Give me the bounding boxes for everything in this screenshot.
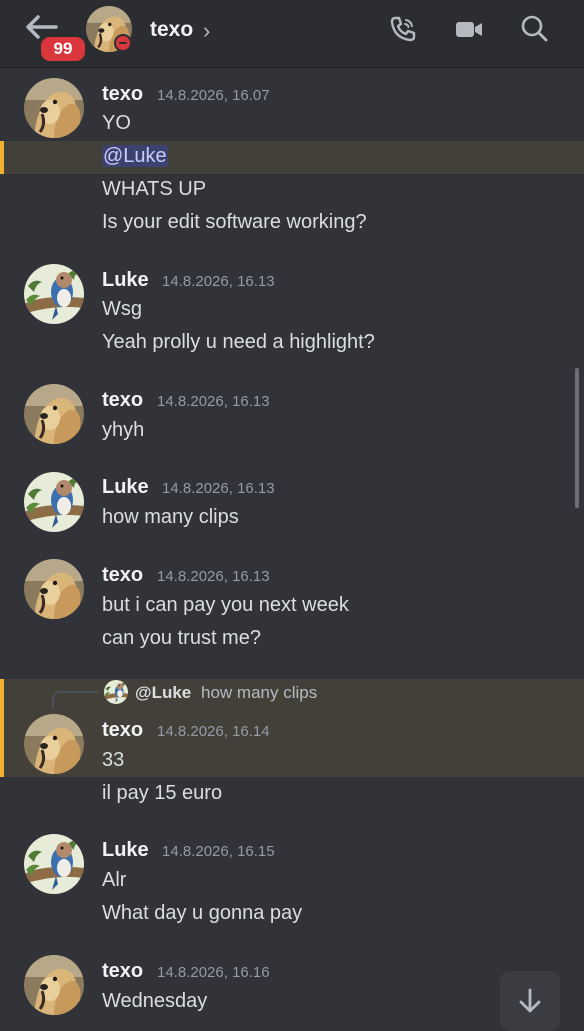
reply-preview[interactable]: how many clips [201, 683, 317, 703]
message-timestamp: 14.8.2026, 16.15 [162, 843, 275, 860]
avatar[interactable] [24, 714, 84, 774]
message-author[interactable]: Luke [102, 476, 149, 499]
search-button[interactable] [520, 14, 550, 44]
arrow-down-icon [519, 988, 541, 1013]
call-icon [390, 16, 416, 42]
page-title[interactable]: texo [150, 18, 193, 42]
scrollbar[interactable] [575, 368, 579, 508]
message-author[interactable]: texo [102, 83, 143, 106]
message-author[interactable]: texo [102, 564, 143, 587]
message-timestamp: 14.8.2026, 16.13 [162, 480, 275, 497]
chevron-right-icon[interactable]: › [203, 18, 210, 44]
message-timestamp: 14.8.2026, 16.07 [157, 87, 270, 104]
message-text: yhyh [102, 419, 145, 441]
reply-connector [52, 691, 98, 709]
video-icon [456, 22, 482, 37]
jump-to-bottom-button[interactable] [500, 971, 560, 1031]
message-timestamp: 14.8.2026, 16.13 [162, 273, 275, 290]
top-bar: 99 texo › [0, 0, 584, 68]
video-call-button[interactable] [454, 14, 484, 44]
message-text: @Luke [102, 145, 168, 168]
message-timestamp: 14.8.2026, 16.14 [157, 723, 270, 740]
message-author[interactable]: texo [102, 719, 143, 742]
message-text: 33 [102, 749, 125, 771]
reply-avatar[interactable] [104, 680, 128, 704]
message-author[interactable]: texo [102, 960, 143, 983]
call-button[interactable] [388, 14, 418, 44]
message-text: Wednesday [102, 990, 208, 1012]
message-text: YO [102, 112, 131, 134]
message-text: but i can pay you next week [102, 594, 349, 616]
message-timestamp: 14.8.2026, 16.13 [157, 393, 270, 410]
message-author[interactable]: texo [102, 389, 143, 412]
avatar[interactable] [24, 78, 84, 138]
avatar[interactable] [24, 472, 84, 532]
message-text: Alr [102, 869, 127, 891]
avatar[interactable] [24, 264, 84, 324]
message-timestamp: 14.8.2026, 16.13 [157, 568, 270, 585]
message-text: WHATS UP [102, 178, 207, 200]
dnd-status-icon [114, 34, 132, 52]
unread-badge: 99 [38, 34, 88, 64]
avatar[interactable] [24, 955, 84, 1015]
message-text: can you trust me? [102, 627, 261, 649]
message-timestamp: 14.8.2026, 16.16 [157, 964, 270, 981]
message-text: Is your edit software working? [102, 211, 367, 233]
message-text: Yeah prolly u need a highlight? [102, 331, 375, 353]
reply-author[interactable]: @Luke [135, 683, 191, 703]
message-author[interactable]: Luke [102, 269, 149, 292]
avatar[interactable] [24, 559, 84, 619]
message-text: What day u gonna pay [102, 902, 303, 924]
message-text: il pay 15 euro [102, 782, 223, 804]
message-author[interactable]: Luke [102, 839, 149, 862]
search-icon [521, 15, 548, 42]
user-mention[interactable]: @Luke [102, 145, 168, 167]
avatar[interactable] [24, 834, 84, 894]
mention-highlight [0, 141, 584, 174]
avatar[interactable] [24, 384, 84, 444]
message-text: Wsg [102, 298, 142, 320]
message-text: how many clips [102, 506, 239, 528]
